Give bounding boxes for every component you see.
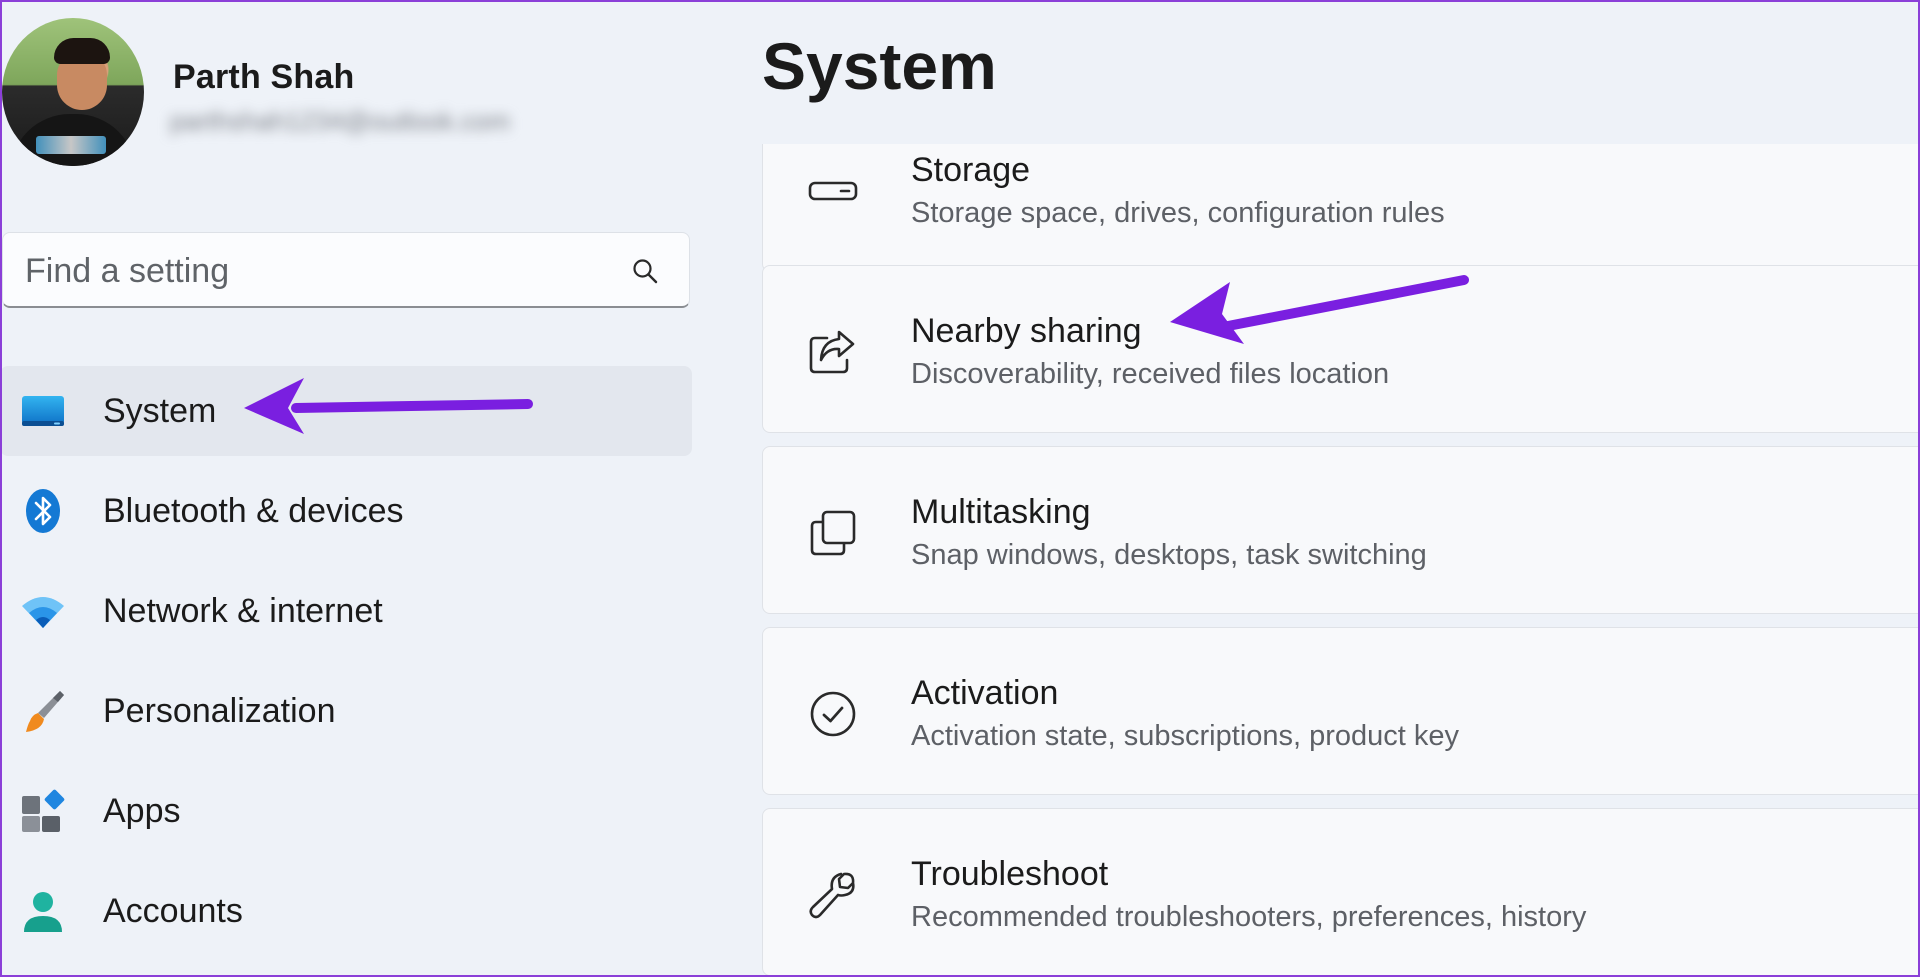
settings-item-description: Activation state, subscriptions, product… [911, 720, 1460, 752]
storage-drive-icon [808, 181, 858, 201]
sidebar-item-label: Bluetooth & devices [103, 492, 404, 530]
search-icon[interactable] [631, 257, 659, 285]
checkmark-circle-icon [810, 691, 856, 737]
search-input[interactable] [23, 247, 607, 295]
wifi-icon [22, 597, 64, 628]
sidebar-item-accounts[interactable]: Accounts [0, 866, 692, 956]
settings-item-title: Nearby sharing [911, 312, 1142, 350]
settings-item-description: Recommended troubleshooters, preferences… [911, 901, 1587, 933]
settings-item-description: Discoverability, received files location [911, 358, 1390, 390]
settings-list: Storage Storage space, drives, configura… [762, 144, 1918, 977]
sidebar-item-label: System [103, 392, 217, 430]
settings-item-description: Snap windows, desktops, task switching [911, 539, 1427, 571]
page-title: System [762, 29, 997, 103]
sidebar-item-label: Personalization [103, 692, 336, 730]
sidebar-item-label: Apps [103, 792, 181, 830]
avatar[interactable] [2, 18, 144, 166]
settings-item-storage[interactable]: Storage Storage space, drives, configura… [762, 144, 1918, 272]
sidebar-item-network-internet[interactable]: Network & internet [0, 566, 692, 656]
settings-item-nearby-sharing[interactable]: Nearby sharing Discoverability, received… [762, 265, 1918, 433]
sidebar-item-personalization[interactable]: Personalization [0, 666, 692, 756]
bluetooth-icon [26, 489, 60, 533]
sidebar-item-label: Accounts [103, 892, 243, 930]
sidebar-item-bluetooth-devices[interactable]: Bluetooth & devices [0, 466, 692, 556]
sidebar-item-system[interactable]: System [0, 366, 692, 456]
apps-icon [22, 789, 65, 832]
system-display-icon [22, 396, 64, 426]
sidebar-item-apps[interactable]: Apps [0, 766, 692, 856]
share-icon [809, 330, 855, 374]
settings-item-title: Activation [911, 674, 1059, 712]
accounts-icon [24, 892, 62, 932]
settings-item-activation[interactable]: Activation Activation state, subscriptio… [762, 627, 1918, 795]
wrench-icon [809, 872, 855, 919]
profile-email: parthshah1234@outlook.com [170, 106, 511, 136]
sidebar-item-label: Network & internet [103, 592, 383, 630]
multitasking-icon [810, 510, 856, 556]
settings-item-description: Storage space, drives, configuration rul… [911, 197, 1445, 229]
settings-item-troubleshoot[interactable]: Troubleshoot Recommended troubleshooters… [762, 808, 1918, 976]
settings-sidebar: Parth Shah parthshah1234@outlook.com Fin… [0, 0, 720, 977]
settings-item-title: Troubleshoot [911, 855, 1109, 893]
profile-name: Parth Shah [173, 58, 355, 96]
user-profile[interactable]: Parth Shah parthshah1234@outlook.com [0, 18, 700, 168]
settings-item-multitasking[interactable]: Multitasking Snap windows, desktops, tas… [762, 446, 1918, 614]
settings-item-title: Storage [911, 151, 1031, 189]
settings-item-title: Multitasking [911, 493, 1091, 531]
paintbrush-icon [26, 691, 64, 732]
sidebar-nav: System Bluetooth & devices Network & int… [0, 366, 692, 966]
search-box[interactable] [2, 232, 690, 308]
